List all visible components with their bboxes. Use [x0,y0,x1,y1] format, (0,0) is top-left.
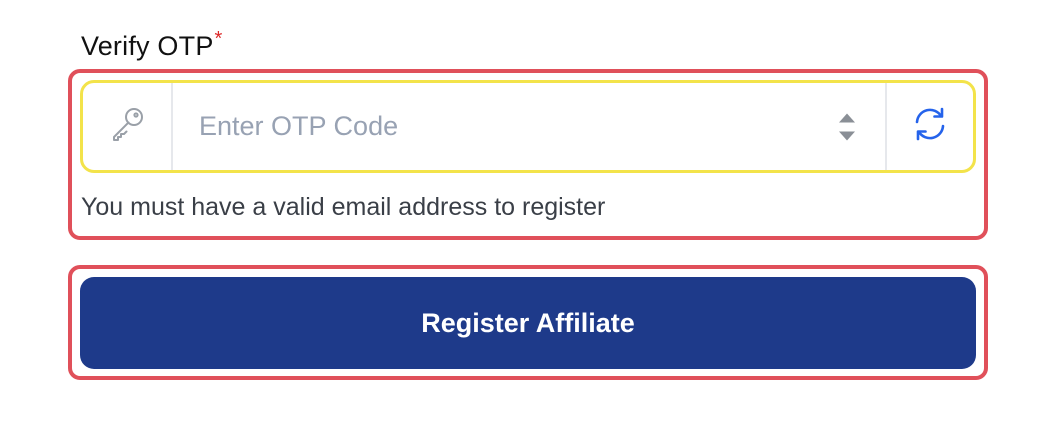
required-marker: * [214,28,223,50]
key-icon [107,104,147,149]
otp-input-container [173,83,885,170]
otp-code-input[interactable] [197,110,801,143]
otp-verification-form: Verify OTP* Enter OTP Code You must have… [0,0,1056,448]
resend-otp-button[interactable] [885,83,973,170]
caret-down-icon[interactable] [839,131,855,140]
caret-up-icon[interactable] [839,113,855,122]
otp-help-text: You must have a valid email address to r… [81,193,606,221]
otp-label-text: Verify OTP [81,31,214,61]
otp-input-group [80,80,976,173]
otp-field-label: Verify OTP* [81,28,223,62]
register-affiliate-button[interactable]: Register Affiliate [80,277,976,369]
key-addon [83,83,173,170]
refresh-icon[interactable] [911,105,949,148]
number-spinner[interactable] [839,113,855,140]
